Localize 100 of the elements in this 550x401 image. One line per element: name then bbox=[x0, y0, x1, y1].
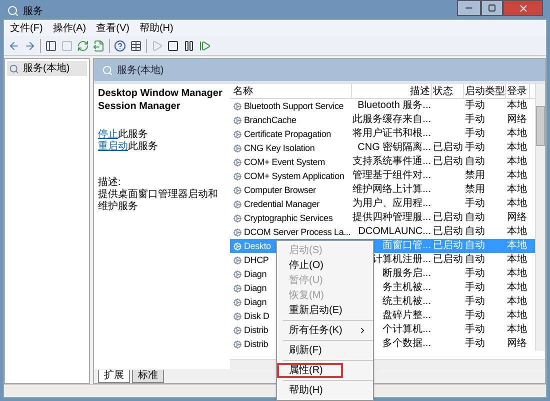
table-cell[interactable]: 禁用 bbox=[465, 184, 485, 196]
menu-item[interactable]: 文件(F) bbox=[10, 20, 43, 36]
table-cell[interactable]: 已启动 bbox=[433, 254, 463, 266]
table-cell[interactable]: 本地 bbox=[507, 282, 527, 294]
table-cell[interactable]: 手动 bbox=[465, 282, 485, 294]
table-cell[interactable]: 本地 bbox=[507, 100, 527, 112]
table-cell[interactable]: 手动 bbox=[465, 268, 485, 280]
table-cell[interactable]: 务主机被... bbox=[382, 282, 431, 294]
menu-item[interactable]: 帮助(H) bbox=[139, 20, 174, 36]
table-cell[interactable]: 手动 bbox=[465, 114, 485, 126]
view-tab[interactable]: 扩展 bbox=[98, 370, 130, 383]
table-cell[interactable]: 多个数据... bbox=[382, 338, 431, 350]
table-cell[interactable]: 本地 bbox=[507, 170, 527, 182]
back-icon[interactable] bbox=[8, 40, 20, 52]
table-cell[interactable]: COM+ System Application bbox=[244, 170, 344, 182]
table-cell[interactable]: DHCP bbox=[244, 254, 269, 266]
refresh-icon[interactable] bbox=[77, 40, 89, 52]
table-cell[interactable]: 提供四种管理服... bbox=[352, 212, 431, 224]
table-cell[interactable]: Credential Manager bbox=[244, 198, 320, 210]
table-cell[interactable]: Disk D bbox=[244, 310, 270, 322]
forward-icon[interactable] bbox=[24, 40, 36, 52]
table-cell[interactable]: 手动 bbox=[465, 310, 485, 322]
table-cell[interactable]: 本地 bbox=[507, 268, 527, 280]
column-header[interactable]: 登录 bbox=[506, 84, 530, 98]
table-cell[interactable]: 手动 bbox=[465, 296, 485, 308]
table-cell[interactable]: Diagn bbox=[244, 282, 267, 294]
table-cell[interactable]: 管理基于组件对... bbox=[352, 170, 431, 182]
table-cell[interactable]: 手动 bbox=[465, 100, 485, 112]
table-cell[interactable]: 本地 bbox=[507, 324, 527, 336]
table-cell[interactable]: 个计算机... bbox=[382, 324, 431, 336]
maximize-button[interactable] bbox=[481, 0, 503, 16]
column-header[interactable]: 启动类型 bbox=[464, 84, 506, 98]
column-header[interactable]: 描述 bbox=[352, 84, 432, 98]
table-cell[interactable]: 支持系统事件通... bbox=[352, 156, 431, 168]
table-cell[interactable]: 维护网络上计算... bbox=[352, 184, 431, 196]
table-cell[interactable]: Distrib bbox=[244, 338, 268, 350]
table-cell[interactable]: 本地 bbox=[507, 296, 527, 308]
menu-item[interactable]: 停止(O) bbox=[277, 258, 373, 273]
menu-item[interactable]: 所有任务(K) bbox=[277, 323, 373, 338]
table-cell[interactable]: 断服务启... bbox=[382, 268, 431, 280]
table-cell[interactable]: 手动 bbox=[465, 338, 485, 350]
table-cell[interactable]: Bluetooth Support Service bbox=[244, 100, 344, 112]
table-cell[interactable]: BranchCache bbox=[244, 114, 296, 126]
view-tab[interactable]: 标准 bbox=[132, 370, 164, 383]
resume-icon[interactable] bbox=[199, 40, 211, 52]
table-cell[interactable]: 网络 bbox=[507, 212, 527, 224]
table-cell[interactable]: 本地 bbox=[507, 142, 527, 154]
table-cell[interactable]: Diagn bbox=[244, 296, 267, 308]
table-cell[interactable]: 网络 bbox=[507, 338, 527, 350]
table-cell[interactable]: 自动 bbox=[465, 156, 485, 168]
table-cell[interactable]: 手动 bbox=[465, 324, 485, 336]
table-cell[interactable]: 已启动 bbox=[433, 156, 463, 168]
pause-icon[interactable] bbox=[183, 40, 195, 52]
scrollbar-thumb[interactable] bbox=[536, 106, 545, 146]
table-cell[interactable]: 禁用 bbox=[465, 170, 485, 182]
table-cell[interactable]: 本地 bbox=[507, 254, 527, 266]
table-cell[interactable]: 已启动 bbox=[433, 142, 463, 154]
table-cell[interactable]: Computer Browser bbox=[244, 184, 316, 196]
table-cell[interactable]: 本地 bbox=[507, 198, 527, 210]
table-cell[interactable]: 自动 bbox=[465, 226, 485, 238]
table-cell[interactable]: Certificate Propagation bbox=[244, 128, 331, 140]
menu-item[interactable]: 重新启动(E) bbox=[277, 303, 373, 318]
table-cell[interactable]: DCOM Server Process La... bbox=[244, 226, 351, 238]
table-cell[interactable]: CNG Key Isolation bbox=[244, 142, 315, 154]
table-cell[interactable]: 盘碎片整... bbox=[382, 310, 431, 322]
menu-item[interactable]: 帮助(H) bbox=[277, 383, 373, 398]
table-cell[interactable]: Cryptographic Services bbox=[244, 212, 333, 224]
panel-icon[interactable] bbox=[45, 40, 57, 52]
minimize-button[interactable] bbox=[457, 0, 481, 16]
table-cell[interactable]: Bluetooth 服务... bbox=[358, 100, 431, 112]
table-cell[interactable]: COM+ Event System bbox=[244, 156, 325, 168]
table-cell[interactable]: 手动 bbox=[465, 128, 485, 140]
table-cell[interactable]: 此服务缓存来自... bbox=[352, 114, 431, 126]
table-cell[interactable]: 手动 bbox=[465, 142, 485, 154]
help-icon[interactable] bbox=[114, 40, 126, 52]
menu-item[interactable]: 查看(V) bbox=[96, 20, 130, 36]
table-cell[interactable]: Distrib bbox=[244, 324, 268, 336]
table-cell[interactable]: 本地 bbox=[507, 226, 527, 238]
menu-item[interactable]: 刷新(F) bbox=[277, 343, 373, 358]
table-cell[interactable]: Diagn bbox=[244, 268, 267, 280]
menu-item[interactable]: 属性(R) bbox=[277, 363, 343, 378]
menu-item[interactable]: 操作(A) bbox=[52, 20, 86, 36]
close-button[interactable] bbox=[503, 0, 543, 16]
table-cell[interactable]: 本地 bbox=[507, 156, 527, 168]
table-cell[interactable]: 手动 bbox=[465, 198, 485, 210]
table-cell[interactable]: 自动 bbox=[465, 212, 485, 224]
table-cell[interactable]: 网络 bbox=[507, 114, 527, 126]
action-link[interactable]: 重启动 bbox=[98, 141, 128, 152]
stop-icon[interactable] bbox=[167, 40, 179, 52]
table-cell[interactable]: 统主机被... bbox=[382, 296, 431, 308]
column-header[interactable]: 名称 bbox=[232, 84, 352, 98]
table-cell[interactable]: 本地 bbox=[507, 310, 527, 322]
table-icon[interactable] bbox=[130, 40, 142, 52]
table-cell[interactable]: 已启动 bbox=[433, 212, 463, 224]
table-cell[interactable]: CNG 密钥隔离... bbox=[358, 142, 431, 154]
table-cell[interactable]: 自动 bbox=[465, 254, 485, 266]
table-cell[interactable]: DCOMLAUNC... bbox=[358, 226, 431, 238]
table-cell[interactable]: 将用户证书和根... bbox=[352, 128, 431, 140]
export-icon[interactable] bbox=[93, 40, 105, 52]
table-cell[interactable]: 本地 bbox=[507, 128, 527, 140]
